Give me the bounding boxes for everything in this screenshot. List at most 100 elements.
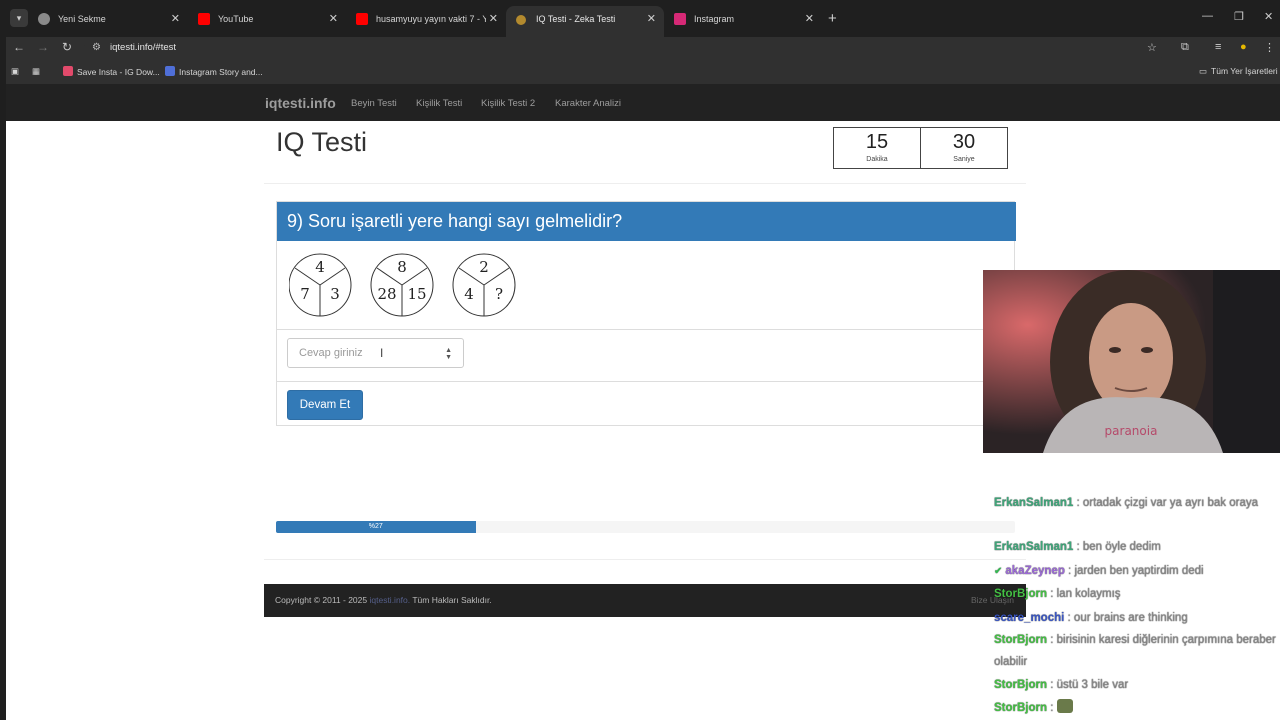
instagram-story-icon: [165, 66, 175, 76]
chat-separator: :: [1047, 634, 1057, 646]
puzzle-value-right: 3: [330, 285, 340, 303]
window-close-icon[interactable]: ✕: [1264, 10, 1273, 23]
timer-minutes: 15 Dakika: [833, 127, 921, 169]
chat-username[interactable]: StorBjorn: [994, 679, 1047, 691]
svg-text:paranoia: paranoia: [1105, 424, 1158, 438]
puzzle-value-left: 7: [300, 285, 310, 303]
puzzle-figure: 47 3828 1524?: [289, 253, 516, 317]
footer-site-link[interactable]: iqtesti.info.: [369, 595, 410, 605]
apps-grid-icon[interactable]: ▦: [32, 66, 40, 77]
new-tab-plus-icon[interactable]: +: [828, 9, 837, 29]
tab-instagram[interactable]: Instagram ✕: [664, 6, 822, 32]
media-control-icon[interactable]: ≡: [1215, 41, 1221, 53]
puzzle-value-right: 15: [407, 285, 426, 303]
close-icon[interactable]: ✕: [171, 6, 180, 32]
chat-message: scare_mochi : our brains are thinking: [994, 607, 1280, 629]
timer-minutes-label: Dakika: [866, 156, 888, 163]
bookmark-save-insta[interactable]: Save Insta - IG Dow...: [63, 66, 160, 77]
address-bar[interactable]: ⚙ iqtesti.info/#test: [84, 38, 1166, 60]
chat-text: lan kolaymış: [1056, 588, 1121, 600]
back-arrow-icon[interactable]: ←: [10, 40, 28, 54]
site-navbar: iqtesti.info Beyin Testi Kişilik Testi K…: [6, 85, 1280, 121]
tab-title: Yeni Sekme: [58, 14, 106, 24]
folder-icon: ▭: [1199, 66, 1208, 76]
puzzle-circle-3: 24?: [452, 253, 516, 317]
divider: [264, 559, 1026, 560]
tab-title: Instagram: [694, 14, 735, 24]
chat-separator: :: [1064, 612, 1074, 624]
emote-icon: [1056, 699, 1073, 713]
progress-fill: %27: [276, 521, 476, 533]
chat-separator: :: [1073, 497, 1083, 509]
tab-title: husamyuyu yayın vakti 7 - YouT: [376, 14, 486, 24]
site-info-icon[interactable]: ⚙: [92, 42, 101, 53]
profile-icon[interactable]: ●: [1240, 41, 1247, 53]
puzzle-value-top: 4: [315, 258, 325, 276]
chat-message: StorBjorn :: [994, 697, 1280, 719]
youtube-icon: [198, 13, 210, 25]
timer-seconds: 30 Saniye: [920, 127, 1008, 169]
stream-chat: ErkanSalman1 : ortadak çizgi var ya ayrı…: [990, 478, 1280, 720]
close-icon[interactable]: ✕: [647, 6, 656, 32]
timer-seconds-label: Saniye: [953, 156, 975, 163]
number-stepper-icon[interactable]: ▲ ▼: [445, 339, 452, 361]
all-bookmarks[interactable]: ▭ Tüm Yer İşaretleri: [1199, 66, 1278, 77]
copyright-text: Copyright © 2011 - 2025: [275, 595, 368, 605]
chat-username[interactable]: StorBjorn: [994, 702, 1047, 714]
nav-karakter-analizi[interactable]: Karakter Analizi: [555, 98, 621, 109]
webcam-person-image: paranoia: [983, 270, 1280, 453]
chat-message: ErkanSalman1 : ben öyle dedim: [994, 536, 1280, 558]
forward-arrow-icon[interactable]: →: [34, 40, 52, 54]
extensions-icon[interactable]: ⧉: [1181, 41, 1189, 54]
bookmark-instagram-story[interactable]: Instagram Story and...: [165, 66, 263, 77]
restore-icon[interactable]: ❐: [1234, 10, 1244, 23]
chat-username[interactable]: scare_mochi: [994, 612, 1064, 624]
timer-minutes-value: 15: [865, 131, 889, 153]
tab-iq-test[interactable]: IQ Testi - Zeka Testi ✕: [506, 6, 664, 38]
nav-beyin-testi[interactable]: Beyin Testi: [351, 98, 397, 109]
chat-message: StorBjorn : lan kolaymış: [994, 583, 1280, 605]
tab-strip: ▾ Yeni Sekme ✕ YouTube ✕ husamyuyu yayın…: [6, 0, 1280, 38]
tab-youtube-stream[interactable]: husamyuyu yayın vakti 7 - YouT ✕: [346, 6, 506, 32]
close-icon[interactable]: ✕: [329, 6, 338, 32]
all-bookmarks-label: Tüm Yer İşaretleri: [1211, 66, 1278, 76]
tab-youtube[interactable]: YouTube ✕: [188, 6, 346, 32]
chat-text: ortadak çizgi var ya ayrı bak oraya: [1082, 497, 1258, 509]
chat-username[interactable]: StorBjorn: [994, 588, 1047, 600]
site-brand[interactable]: iqtesti.info: [265, 95, 336, 111]
close-icon[interactable]: ✕: [805, 6, 814, 32]
puzzle-circle-1: 47 3: [289, 253, 352, 317]
continue-button[interactable]: Devam Et: [287, 390, 363, 420]
chat-text: ben öyle dedim: [1082, 541, 1161, 553]
nav-kisilik-testi[interactable]: Kişilik Testi: [416, 98, 462, 109]
chat-username[interactable]: akaZeynep: [1005, 565, 1064, 577]
youtube-icon: [356, 13, 368, 25]
save-insta-icon: [63, 66, 73, 76]
puzzle-value-top: 8: [397, 258, 407, 276]
chat-separator: :: [1047, 588, 1057, 600]
bookmark-star-icon[interactable]: ☆: [1147, 41, 1157, 54]
nav-kisilik-testi-2[interactable]: Kişilik Testi 2: [481, 98, 535, 109]
tab-new-tab[interactable]: Yeni Sekme ✕: [28, 6, 188, 32]
puzzle-value-top: 2: [479, 258, 489, 276]
chat-separator: :: [1047, 679, 1057, 691]
reload-icon[interactable]: ↻: [58, 40, 76, 54]
instagram-icon: [674, 13, 686, 25]
chat-username[interactable]: ErkanSalman1: [994, 497, 1073, 509]
url-text[interactable]: iqtesti.info/#test: [110, 42, 176, 53]
divider: [277, 381, 1016, 382]
menu-icon[interactable]: ⋮: [1264, 41, 1275, 54]
chat-message: StorBjorn : üstü 3 bile var: [994, 674, 1280, 696]
tab-groups-icon[interactable]: ▣: [11, 66, 19, 77]
answer-placeholder: Cevap giriniz: [299, 347, 363, 359]
text-cursor-icon: I: [380, 346, 384, 360]
close-icon[interactable]: ✕: [489, 6, 498, 32]
chat-username[interactable]: ErkanSalman1: [994, 541, 1073, 553]
question-panel: 9) Soru işaretli yere hangi sayı gelmeli…: [276, 201, 1016, 426]
minimize-icon[interactable]: —: [1202, 10, 1213, 22]
chat-username[interactable]: StorBjorn: [994, 634, 1047, 646]
page-title: IQ Testi: [276, 127, 368, 157]
tab-search-icon[interactable]: ▾: [10, 9, 28, 27]
answer-input[interactable]: Cevap giriniz I ▲ ▼: [287, 338, 464, 368]
iqtesti-icon: [516, 15, 526, 25]
